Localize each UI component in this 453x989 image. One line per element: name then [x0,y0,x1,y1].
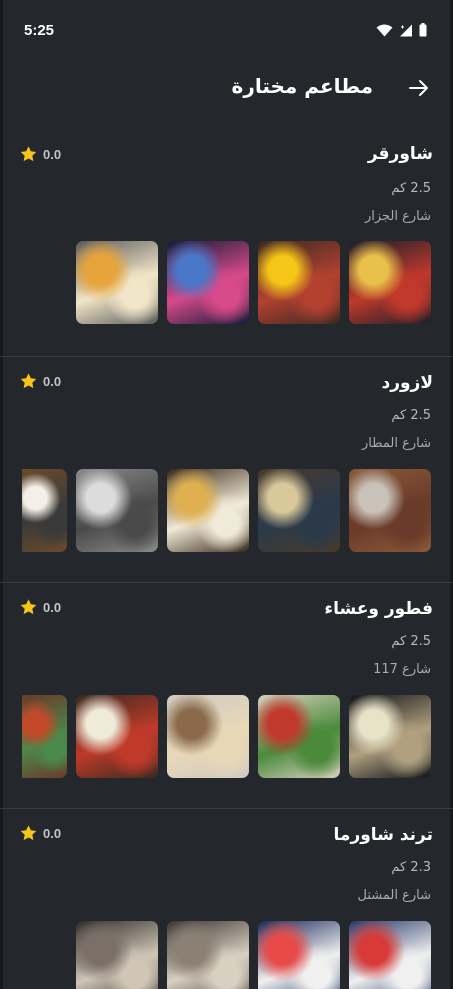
wifi-icon [376,24,393,37]
restaurant-photo[interactable] [167,921,249,989]
restaurant-photo[interactable] [258,695,340,778]
rating: 0.0 [20,825,61,841]
status-icons [376,23,427,37]
distance: 2.3 كم [391,860,431,875]
status-time: 5:25 [24,22,55,39]
star-icon [20,599,37,615]
street-address: شارع المشتل [357,888,431,903]
distance: 2.5 كم [391,181,431,196]
app-screen: 5:25 مطاعم مختارة شاورقر 0.0 2.5 كم شارع… [0,0,453,989]
photo-gallery[interactable] [76,241,431,324]
restaurant-photo[interactable] [349,695,431,778]
street-address: شارع المطار [361,436,431,451]
restaurant-photo[interactable] [76,695,158,778]
rating: 0.0 [20,373,61,389]
photo-gallery[interactable] [22,695,431,778]
rating-value: 0.0 [43,825,62,841]
app-header: مطاعم مختارة [0,72,453,108]
restaurant-photo[interactable] [258,469,340,552]
battery-icon [419,23,427,37]
restaurant-name: فطور وعشاء [324,599,433,619]
restaurant-photo[interactable] [167,695,249,778]
star-icon [20,825,37,841]
restaurant-card[interactable]: شاورقر 0.0 2.5 كم شارع الجزار [0,130,453,356]
photo-gallery[interactable] [22,469,431,552]
rating: 0.0 [20,599,61,615]
page-title: مطاعم مختارة [231,74,373,98]
restaurant-photo[interactable] [167,469,249,552]
restaurant-photo[interactable] [349,241,431,324]
restaurant-photo[interactable] [76,241,158,324]
restaurant-card[interactable]: فطور وعشاء 0.0 2.5 كم شارع 117 [0,582,453,808]
star-icon [20,373,37,389]
restaurant-card[interactable]: لازورد 0.0 2.5 كم شارع المطار [0,356,453,582]
street-address: شارع الجزار [364,209,431,224]
rating: 0.0 [20,146,61,162]
photo-gallery[interactable] [76,921,431,989]
restaurant-photo[interactable] [22,469,67,552]
restaurant-photo[interactable] [258,241,340,324]
signal-icon [399,24,413,37]
arrow-right-icon [409,80,428,96]
restaurant-photo[interactable] [76,469,158,552]
star-icon [20,146,37,162]
restaurant-photo[interactable] [76,921,158,989]
restaurant-name: ترند شاورما [333,825,433,845]
restaurant-list: شاورقر 0.0 2.5 كم شارع الجزار لازورد 0.0 2.5 ك… [0,130,453,989]
restaurant-name: لازورد [381,373,433,393]
restaurant-card[interactable]: ترند شاورما 0.0 2.3 كم شارع المشتل [0,808,453,989]
rating-value: 0.0 [43,599,62,615]
restaurant-photo[interactable] [349,921,431,989]
restaurant-photo[interactable] [167,241,249,324]
distance: 2.5 كم [391,408,431,423]
restaurant-name: شاورقر [367,144,433,164]
street-address: شارع 117 [373,662,431,677]
status-bar: 5:25 [0,0,453,58]
rating-value: 0.0 [43,373,62,389]
rating-value: 0.0 [43,146,62,162]
distance: 2.5 كم [391,634,431,649]
back-button[interactable] [407,76,431,100]
restaurant-photo[interactable] [22,695,67,778]
restaurant-photo[interactable] [349,469,431,552]
restaurant-photo[interactable] [258,921,340,989]
